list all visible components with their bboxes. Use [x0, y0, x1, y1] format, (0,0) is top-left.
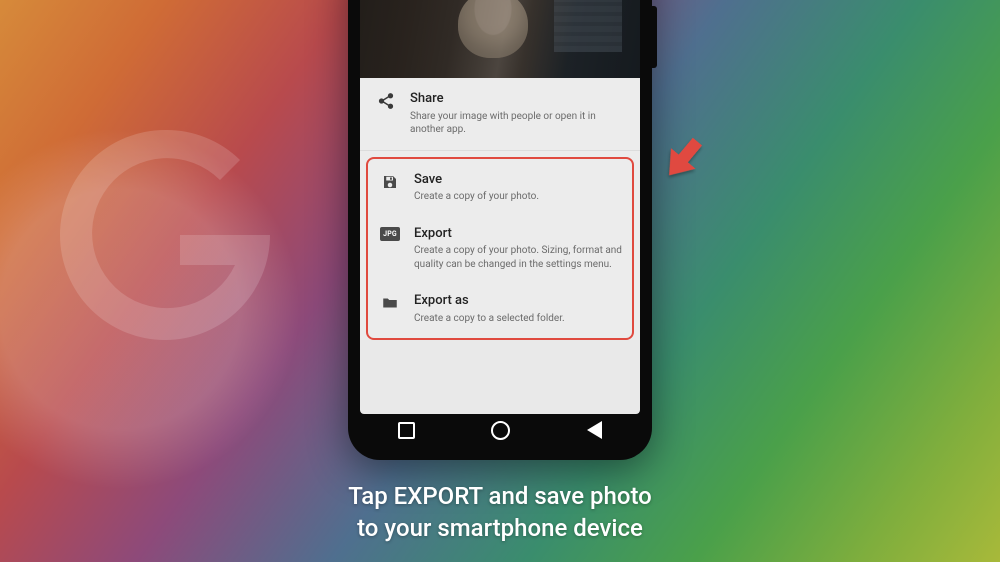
jpg-badge: JPG: [380, 227, 400, 241]
share-desc: Share your image with people or open it …: [410, 110, 626, 137]
export-as-title: Export as: [414, 293, 622, 309]
folder-icon: [376, 294, 404, 312]
export-row[interactable]: JPG Export Create a copy of your photo. …: [368, 215, 632, 283]
save-icon: [376, 173, 404, 191]
save-desc: Create a copy of your photo.: [414, 190, 622, 204]
photo-building: [554, 0, 622, 52]
export-as-row[interactable]: Export as Create a copy to a selected fo…: [368, 282, 632, 336]
phone-frame: Share Share your image with people or op…: [348, 0, 652, 460]
edited-photo-preview: [360, 0, 640, 78]
save-title: Save: [414, 172, 622, 188]
divider: [360, 150, 640, 151]
nav-back-button[interactable]: [587, 421, 602, 439]
save-row[interactable]: Save Create a copy of your photo.: [368, 161, 632, 215]
instruction-caption: Tap EXPORT and save photo to your smartp…: [0, 480, 1000, 545]
export-options-highlight: Save Create a copy of your photo. JPG Ex…: [366, 157, 634, 341]
share-icon: [372, 92, 400, 110]
android-nav-bar: [360, 414, 640, 446]
export-as-desc: Create a copy to a selected folder.: [414, 312, 622, 326]
export-desc: Create a copy of your photo. Sizing, for…: [414, 244, 622, 271]
callout-arrow: [652, 130, 712, 190]
photo-coffee-cup: [458, 0, 528, 58]
tutorial-slide: Share Share your image with people or op…: [0, 0, 1000, 562]
export-title: Export: [414, 226, 622, 242]
caption-line-2: to your smartphone device: [357, 514, 643, 542]
nav-home-button[interactable]: [491, 421, 510, 440]
caption-line-1: Tap EXPORT and save photo: [348, 482, 652, 510]
action-sheet: Share Share your image with people or op…: [360, 78, 640, 340]
jpg-icon: JPG: [376, 227, 404, 241]
nav-recent-button[interactable]: [398, 422, 415, 439]
google-g-watermark: [40, 110, 290, 360]
phone-screen: Share Share your image with people or op…: [360, 0, 640, 414]
share-title: Share: [410, 91, 626, 107]
share-row[interactable]: Share Share your image with people or op…: [360, 78, 640, 150]
